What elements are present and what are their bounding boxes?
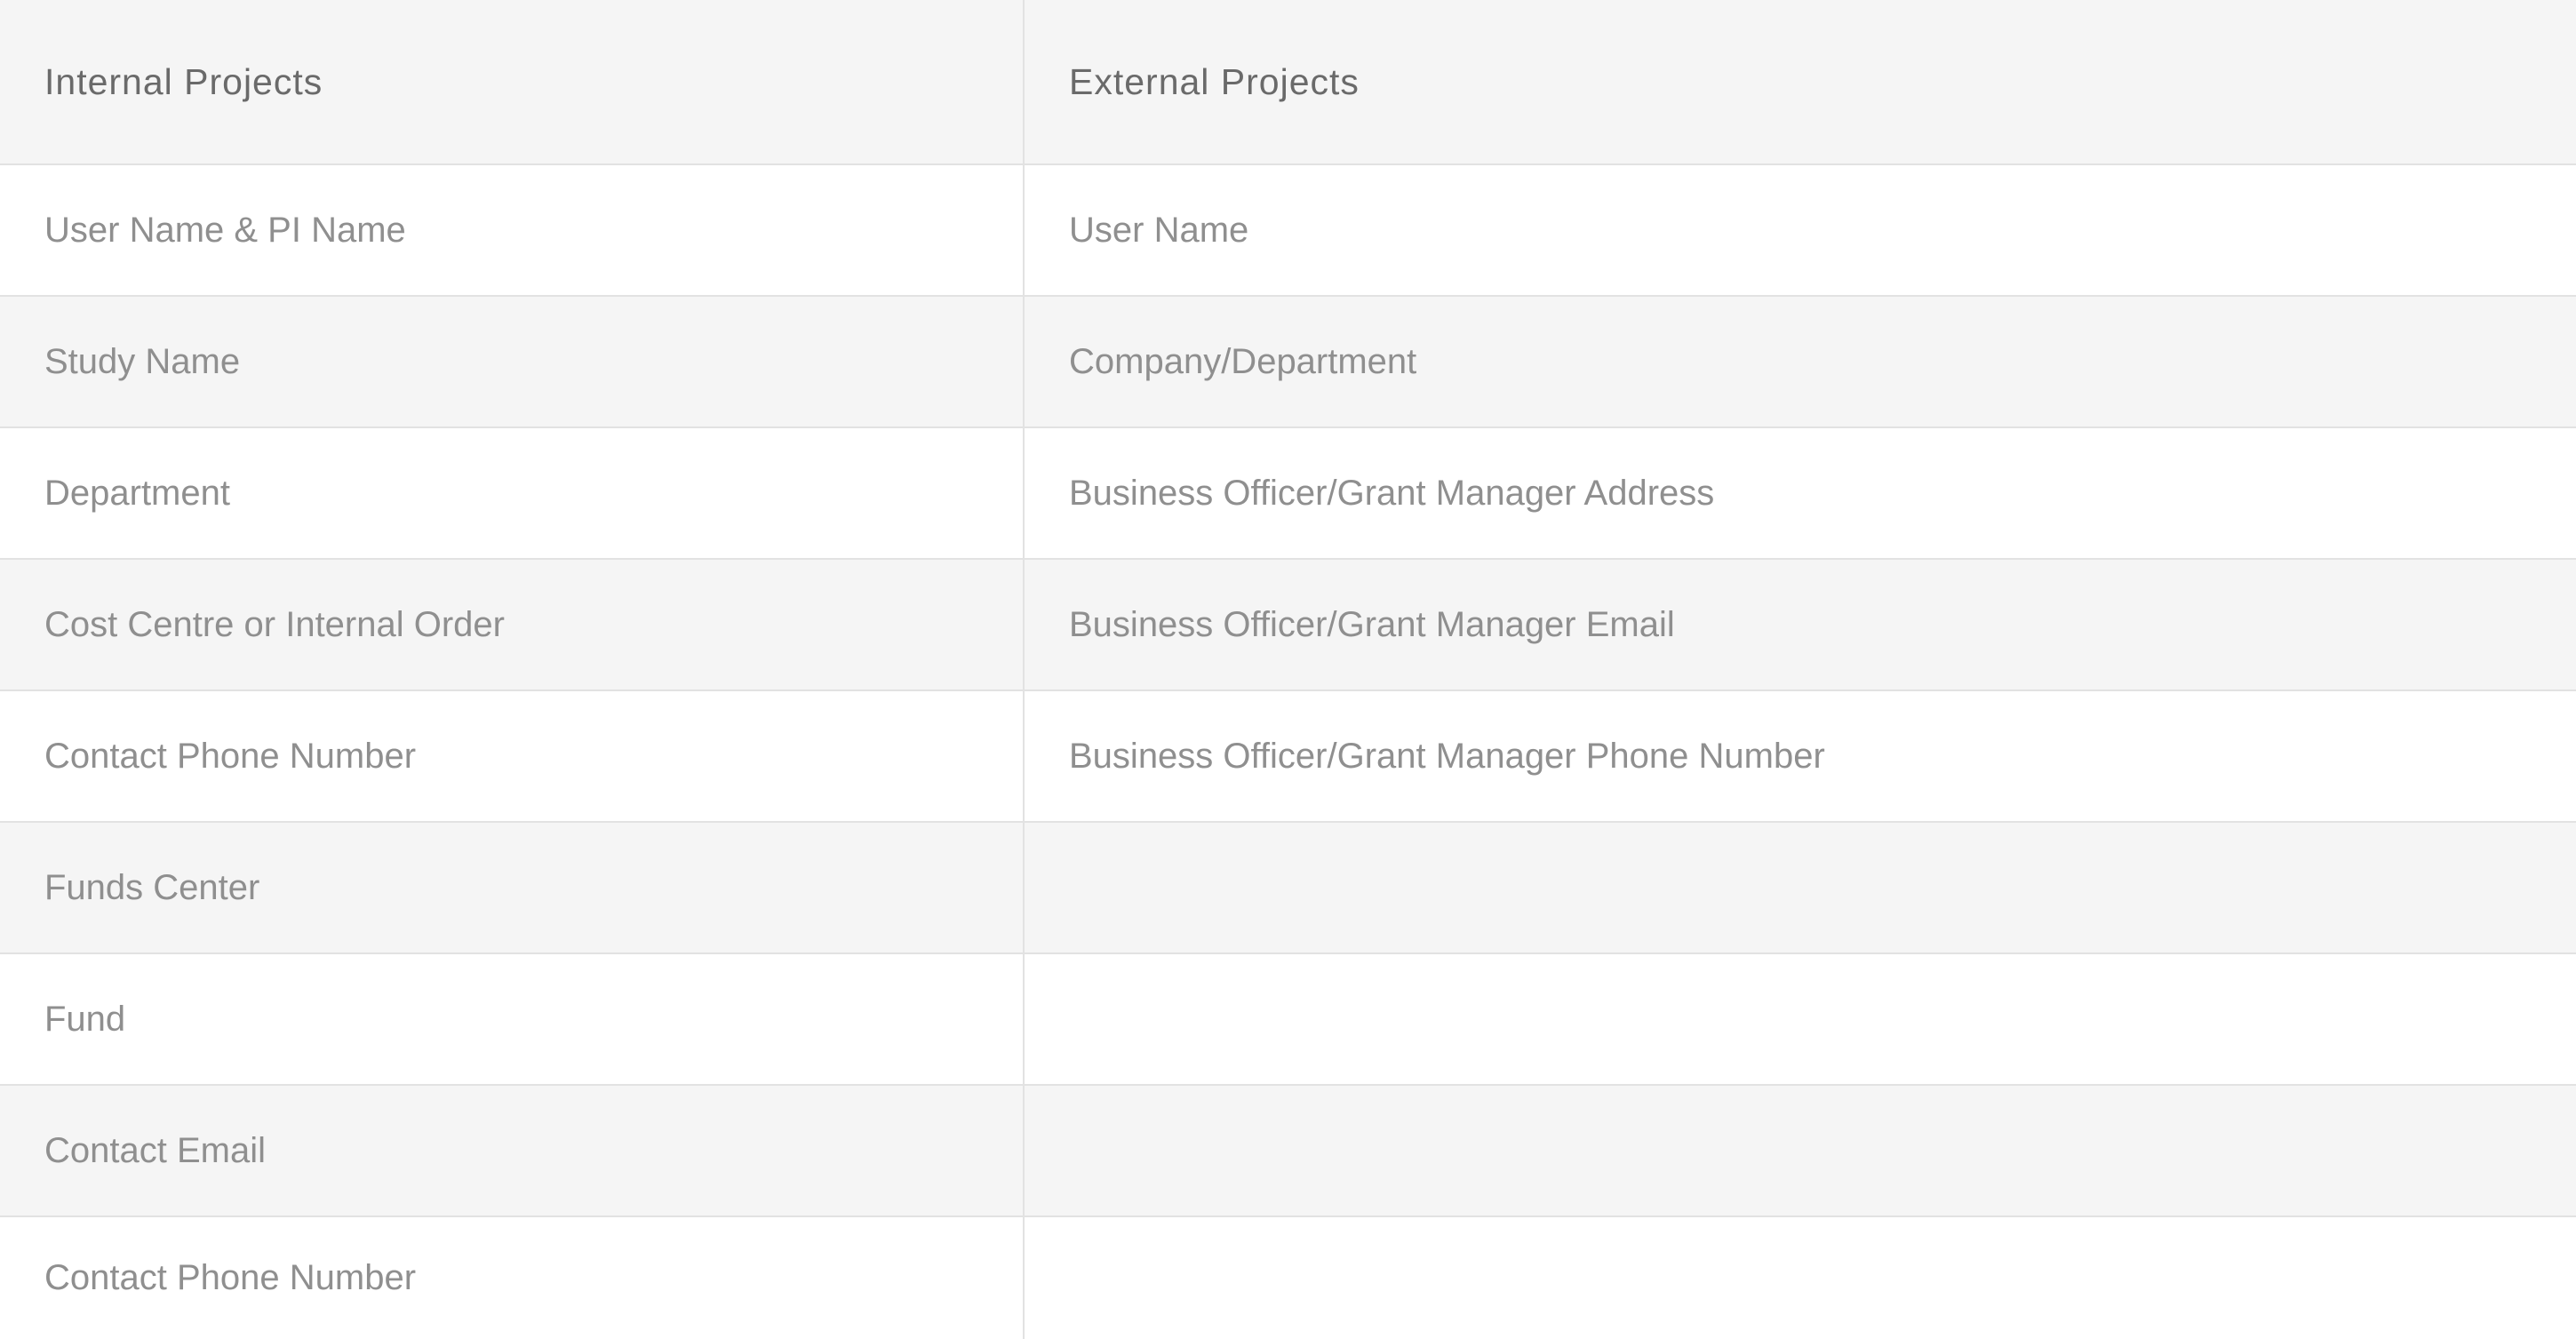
table-row: Cost Centre or Internal Order Business O…: [0, 560, 2576, 691]
table-row: Contact Phone Number: [0, 1217, 2576, 1339]
external-cell: [1025, 1086, 2576, 1215]
table-row: Department Business Officer/Grant Manage…: [0, 428, 2576, 560]
external-cell: User Name: [1069, 210, 1249, 250]
internal-cell: Contact Phone Number: [0, 691, 1025, 821]
internal-cell: Contact Phone Number: [0, 1217, 1025, 1339]
internal-cell: Cost Centre or Internal Order: [0, 560, 1025, 689]
projects-comparison-table: Internal Projects External Projects User…: [0, 0, 2576, 1339]
internal-cell: Funds Center: [0, 823, 1025, 952]
internal-cell: Study Name: [0, 297, 1025, 426]
table-header-row: Internal Projects External Projects: [0, 0, 2576, 165]
external-cell: Business Officer/Grant Manager Phone Num…: [1069, 736, 1825, 776]
external-cell: Business Officer/Grant Manager Address: [1069, 473, 1715, 513]
table-row: Funds Center: [0, 823, 2576, 954]
internal-cell: Department: [0, 428, 1025, 558]
external-cell: [1025, 823, 2576, 952]
external-cell: [1025, 954, 2576, 1084]
table-row: Contact Phone Number Business Officer/Gr…: [0, 691, 2576, 823]
table-row: Study Name Company/Department: [0, 297, 2576, 428]
internal-cell: User Name & PI Name: [0, 165, 1025, 295]
internal-cell: Fund: [0, 954, 1025, 1084]
external-cell: Company/Department: [1069, 341, 1417, 381]
external-cell: [1025, 1217, 2576, 1339]
table-row: Contact Email: [0, 1086, 2576, 1217]
header-external-projects: External Projects: [1069, 60, 1360, 102]
table-row: Fund: [0, 954, 2576, 1086]
external-cell: Business Officer/Grant Manager Email: [1069, 604, 1675, 644]
internal-cell: Contact Email: [0, 1086, 1025, 1215]
table-row: User Name & PI Name User Name: [0, 165, 2576, 297]
header-internal-projects: Internal Projects: [0, 0, 1025, 163]
